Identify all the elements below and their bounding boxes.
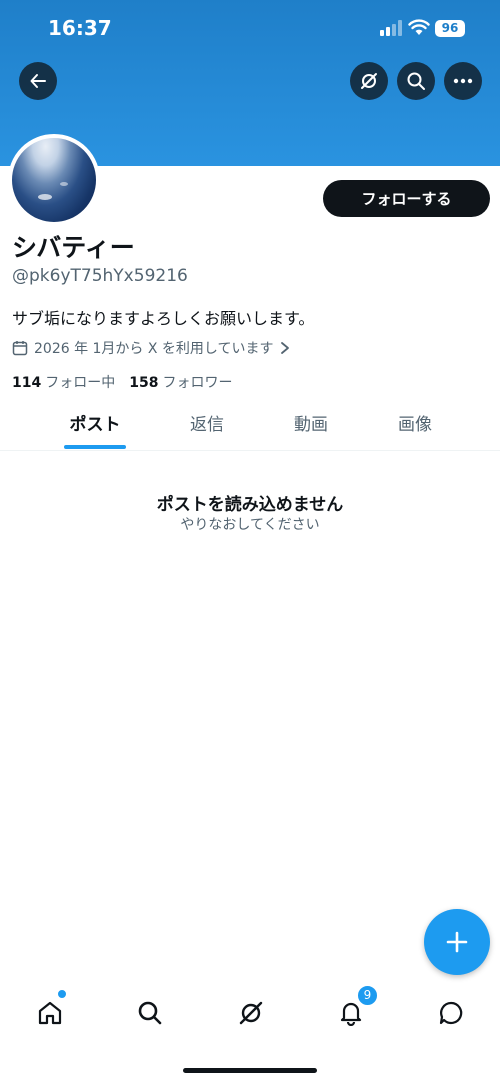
tab-replies[interactable]: 返信 (157, 402, 257, 450)
following-link[interactable]: 114 フォロー中 (12, 372, 115, 392)
tab-images[interactable]: 画像 (365, 402, 465, 450)
nav-home[interactable] (25, 990, 75, 1036)
empty-state-title: ポストを読み込めません (156, 495, 344, 515)
arrow-left-icon (30, 74, 46, 88)
following-count: 114 (12, 375, 42, 391)
followers-label: フォロワー (162, 375, 233, 391)
tab-posts[interactable]: ポスト (45, 402, 145, 450)
home-icon (38, 1001, 62, 1025)
followers-count: 158 (129, 375, 159, 391)
home-indicator (183, 1068, 317, 1073)
grok-icon (239, 1001, 263, 1025)
plus-icon (446, 931, 468, 953)
tab-videos[interactable]: 動画 (261, 402, 361, 450)
empty-state-subtitle[interactable]: やりなおしてください (0, 514, 500, 534)
joined-date[interactable]: 2026 年 1月から X を利用しています (12, 338, 290, 358)
joined-date-text: 2026 年 1月から X を利用しています (34, 341, 274, 357)
user-handle: @pk6yT75hYx59216 (12, 266, 188, 286)
more-options-button[interactable] (444, 62, 482, 100)
active-tab-indicator (64, 445, 126, 449)
profile-avatar[interactable] (8, 134, 100, 226)
search-icon (138, 1001, 162, 1025)
profile-tabs: ポスト 返信 動画 画像 (0, 402, 500, 451)
avatar-cloud (60, 182, 68, 186)
grok-button[interactable] (350, 62, 388, 100)
wifi-icon (408, 19, 430, 35)
followers-link[interactable]: 158 フォロワー (129, 372, 232, 392)
nav-search[interactable] (125, 990, 175, 1036)
status-time: 16:37 (48, 16, 112, 40)
battery-indicator: 96 (435, 20, 465, 37)
following-label: フォロー中 (45, 375, 116, 391)
profile-bio: サブ垢になりますよろしくお願いします。 (12, 309, 315, 328)
avatar-cloud (38, 194, 52, 200)
bottom-navigation: 9 (0, 984, 500, 1040)
follow-stats: 114 フォロー中 158 フォロワー (12, 372, 232, 392)
chat-bubble-icon (439, 1001, 463, 1025)
notification-badge: 9 (356, 984, 379, 1007)
back-button[interactable] (19, 62, 57, 100)
nav-messages[interactable] (426, 990, 476, 1036)
follow-button[interactable]: フォローする (323, 180, 490, 217)
calendar-icon (12, 341, 28, 356)
cellular-signal-icon (380, 20, 402, 36)
compose-post-button[interactable] (424, 909, 490, 975)
search-icon (407, 72, 425, 90)
search-button[interactable] (397, 62, 435, 100)
chevron-right-icon (280, 342, 289, 354)
more-dots-icon (453, 78, 473, 84)
home-unread-dot (56, 988, 68, 1000)
nav-grok[interactable] (226, 990, 276, 1036)
display-name: シバティー (12, 233, 135, 262)
grok-icon (361, 73, 377, 89)
status-bar: 16:37 96 (0, 0, 500, 56)
